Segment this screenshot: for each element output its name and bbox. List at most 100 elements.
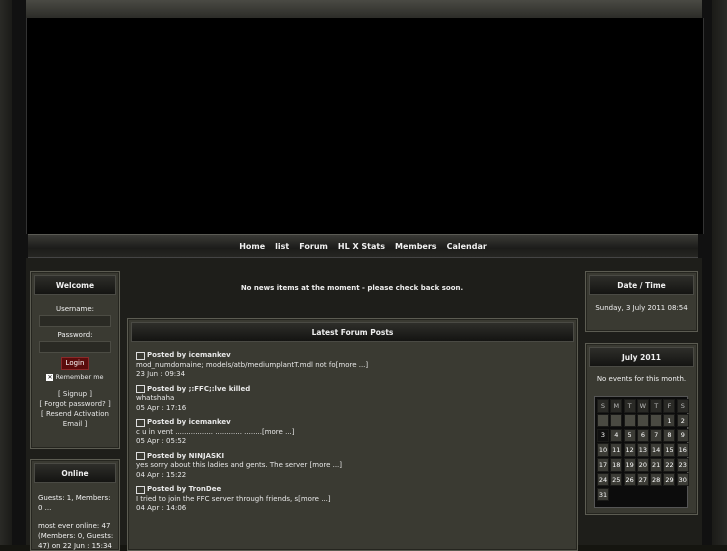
calendar-today[interactable]: 3 <box>597 428 609 443</box>
username-input[interactable] <box>39 315 111 327</box>
nav-calendar[interactable]: Calendar <box>442 242 492 251</box>
post-text[interactable]: I tried to join the FFC server through f… <box>136 495 577 505</box>
post-author[interactable]: Posted by TronDee <box>147 485 221 495</box>
main-nav: Home list Forum HL X Stats Members Calen… <box>28 234 698 258</box>
forum-post: Posted by TronDee I tried to join the FFC… <box>136 485 577 514</box>
calendar-day[interactable]: 27 <box>636 472 649 487</box>
username-label: Username: <box>55 305 95 313</box>
calendar-day[interactable]: 6 <box>636 428 649 443</box>
calendar-weekday: S <box>597 399 609 413</box>
calendar-day[interactable]: 7 <box>650 428 663 443</box>
calendar-day[interactable]: 5 <box>623 428 636 443</box>
post-text[interactable]: mod_numdomaine; models/atb/mediumplantT.… <box>136 361 577 371</box>
post-date: 05 Apr : 17:16 <box>136 403 187 412</box>
online-guests-line2: 0 ... <box>38 504 52 512</box>
nav-home[interactable]: Home <box>234 242 270 251</box>
nav-members[interactable]: Members <box>390 242 442 251</box>
resend-activation-link-2[interactable]: Email ] <box>63 420 87 428</box>
online-most-line3: 47) on 22 Jun : 15:34 <box>38 542 112 550</box>
calendar-day[interactable]: 21 <box>650 458 663 472</box>
post-author[interactable]: Posted by icemankev <box>147 418 231 428</box>
calendar-blank-cell <box>623 413 636 428</box>
calendar-blank-cell <box>650 413 663 428</box>
post-icon <box>136 351 145 360</box>
online-most-line2: (Members: 0, Guests: <box>38 532 114 540</box>
calendar-day[interactable]: 8 <box>663 428 676 443</box>
forum-posts-panel: Latest Forum Posts Posted by icemankev mo… <box>127 318 578 551</box>
calendar-weekday: S <box>676 399 689 413</box>
calendar-no-events: No events for this month. <box>596 375 687 383</box>
calendar-weekday: T <box>623 399 636 413</box>
nav-hlx-stats[interactable]: HL X Stats <box>333 242 390 251</box>
calendar-day[interactable]: 2 <box>676 413 689 428</box>
datetime-title: Date / Time <box>589 275 694 295</box>
nav-forum[interactable]: Forum <box>294 242 333 251</box>
calendar-day[interactable]: 4 <box>610 428 623 443</box>
password-label: Password: <box>57 331 93 339</box>
calendar-day[interactable]: 17 <box>597 458 609 472</box>
online-panel: Online Guests: 1, Members: 0 ... most ev… <box>30 459 120 551</box>
calendar-day[interactable]: 26 <box>623 472 636 487</box>
calendar-day[interactable]: 11 <box>610 443 623 457</box>
calendar-day[interactable]: 29 <box>663 472 676 487</box>
post-text[interactable]: yes sorry about this ladies and gents. T… <box>136 461 577 471</box>
online-most-line1: most ever online: 47 <box>38 522 111 530</box>
nav-list[interactable]: list <box>270 242 294 251</box>
calendar-day[interactable]: 22 <box>663 458 676 472</box>
forum-post: Posted by NINJASKI yes sorry about this l… <box>136 452 577 481</box>
remember-me[interactable]: ✕ Remember me <box>31 373 119 381</box>
calendar-day[interactable]: 19 <box>623 458 636 472</box>
calendar-day[interactable]: 30 <box>676 472 689 487</box>
calendar-day[interactable]: 13 <box>636 443 649 457</box>
calendar-day[interactable]: 1 <box>663 413 676 428</box>
forum-post: Posted by icemankev c u in vent .........… <box>136 418 577 447</box>
forum-posts-list: Posted by icemankev mod_numdomaine; model… <box>128 351 577 514</box>
forgot-password-link[interactable]: [ Forgot password? ] <box>39 400 110 408</box>
post-date: 04 Apr : 15:22 <box>136 470 187 479</box>
post-text[interactable]: c u in vent ................. ..........… <box>136 428 577 438</box>
calendar-day[interactable]: 23 <box>676 458 689 472</box>
calendar-blank-cell <box>636 413 649 428</box>
calendar-weekday: T <box>650 399 663 413</box>
forum-posts-title: Latest Forum Posts <box>131 322 574 342</box>
post-icon <box>136 485 145 494</box>
login-button[interactable]: Login <box>61 357 89 370</box>
resend-activation-link[interactable]: [ Resend Activation <box>41 410 109 418</box>
calendar-day[interactable]: 18 <box>610 458 623 472</box>
calendar-weekday: M <box>610 399 623 413</box>
calendar-day[interactable]: 15 <box>663 443 676 457</box>
left-border <box>0 0 12 545</box>
post-icon <box>136 385 145 394</box>
calendar-day[interactable]: 31 <box>597 487 609 502</box>
post-author-line: Posted by TronDee <box>136 485 577 495</box>
post-icon <box>136 418 145 427</box>
calendar-day[interactable]: 25 <box>610 472 623 487</box>
post-author[interactable]: Posted by NINJASKI <box>147 452 224 462</box>
datetime-panel: Date / Time Sunday, 3 July 2011 08:54 <box>585 271 698 332</box>
right-border <box>712 0 727 545</box>
calendar-day[interactable]: 14 <box>650 443 663 457</box>
post-author-line: Posted by icemankev <box>136 351 577 361</box>
account-links: [ Signup ] [ Forgot password? ] [ Resend… <box>31 389 119 429</box>
calendar-day[interactable]: 24 <box>597 472 609 487</box>
calendar-weekday: F <box>663 399 676 413</box>
post-author[interactable]: Posted by icemankev <box>147 351 231 361</box>
datetime-value: Sunday, 3 July 2011 08:54 <box>595 304 688 312</box>
calendar-grid: S M T W T F S 1 2 3 4 5 6 7 8 9 10 11 12 13 14 15 16 17 18 19 20 21… <box>594 396 689 508</box>
calendar-day[interactable]: 12 <box>623 443 636 457</box>
calendar-day[interactable]: 10 <box>597 443 609 457</box>
calendar-weekday: W <box>636 399 649 413</box>
calendar-day[interactable]: 9 <box>676 428 689 443</box>
remember-checkbox-icon[interactable]: ✕ <box>46 373 54 381</box>
remember-label: Remember me <box>55 373 104 381</box>
post-author[interactable]: Posted by ;:FFC;:lve killed <box>147 385 250 395</box>
calendar-day[interactable]: 20 <box>636 458 649 472</box>
online-guests-line1: Guests: 1, Members: <box>38 494 111 502</box>
header-banner <box>26 18 704 234</box>
calendar-day[interactable]: 16 <box>676 443 689 457</box>
calendar-day[interactable]: 28 <box>650 472 663 487</box>
post-text[interactable]: whatshaha <box>136 394 577 404</box>
signup-link[interactable]: [ Signup ] <box>58 390 92 398</box>
calendar-title[interactable]: July 2011 <box>589 347 694 367</box>
password-input[interactable] <box>39 341 111 353</box>
